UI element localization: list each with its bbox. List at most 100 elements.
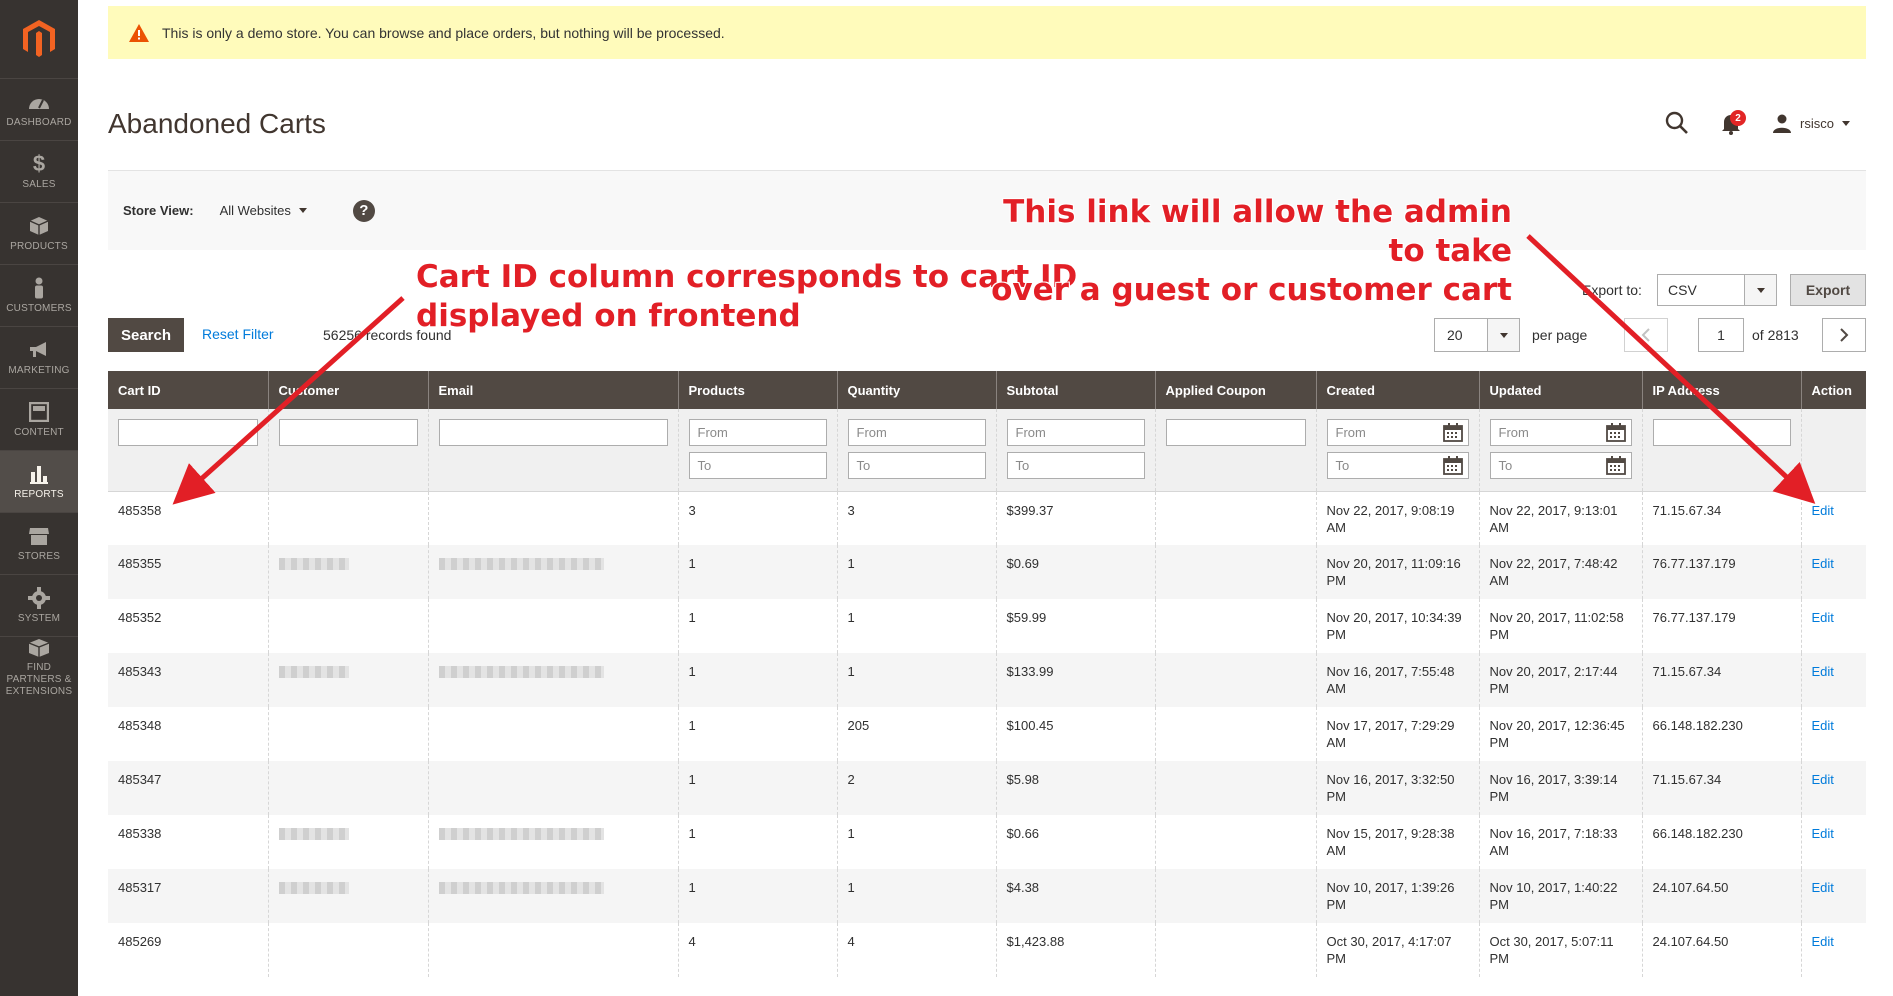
- layout-icon: [28, 401, 50, 423]
- cell-value: Nov 16, 2017, 7:18:33 AM: [1489, 826, 1618, 858]
- table-row[interactable]: 485317 1 1 $4.38 Nov 10, 2017, 1:39:26 PM Nov…: [108, 869, 1866, 923]
- filter-from-input[interactable]: From: [1006, 419, 1145, 446]
- cell-coupon: [1154, 653, 1316, 707]
- cell-value: 1: [688, 826, 696, 841]
- column-header-created[interactable]: Created: [1315, 371, 1479, 409]
- filter-input-ip-address[interactable]: [1652, 419, 1791, 446]
- storefront-icon: [28, 525, 50, 547]
- chevron-down-icon: [298, 208, 307, 213]
- sidebar-item-marketing[interactable]: MARKETING: [0, 326, 78, 388]
- table-row[interactable]: 485352 1 1 $59.99 Nov 20, 2017, 10:34:39 PM N…: [108, 599, 1866, 653]
- cell-value: $59.99: [1006, 610, 1047, 625]
- cell-products: 1: [677, 815, 837, 869]
- search-button[interactable]: Search: [108, 318, 184, 352]
- filter-cell: From To: [1478, 409, 1642, 492]
- table-row[interactable]: 485269 4 4 $1,423.88 Oct 30, 2017, 4:17:07 P…: [108, 923, 1866, 977]
- filter-to-input[interactable]: To: [688, 452, 827, 479]
- edit-cart-link[interactable]: Edit: [1812, 503, 1834, 518]
- sidebar-item-system[interactable]: SYSTEM: [0, 574, 78, 636]
- cell-id: 485347: [108, 761, 268, 815]
- cell-email: [427, 761, 678, 815]
- export-format-select[interactable]: CSV: [1657, 274, 1777, 306]
- edit-cart-link[interactable]: Edit: [1812, 934, 1834, 949]
- user-menu[interactable]: rsisco: [1772, 110, 1850, 136]
- filter-to-input[interactable]: To: [1006, 452, 1145, 479]
- page-number-input[interactable]: 1: [1698, 318, 1744, 352]
- filter-to-input[interactable]: To: [847, 452, 986, 479]
- cell-id: 485317: [108, 869, 268, 923]
- sidebar-item-content[interactable]: CONTENT: [0, 388, 78, 450]
- help-icon[interactable]: ?: [352, 199, 375, 222]
- filter-from-input[interactable]: From: [847, 419, 986, 446]
- edit-cart-link[interactable]: Edit: [1812, 880, 1834, 895]
- filter-from-input[interactable]: From: [1326, 419, 1469, 446]
- filter-input-customer[interactable]: [278, 419, 418, 446]
- filter-input-email[interactable]: [438, 419, 668, 446]
- column-header-subtotal[interactable]: Subtotal: [995, 371, 1155, 409]
- filter-from-input[interactable]: From: [688, 419, 827, 446]
- filter-to-input[interactable]: To: [1326, 452, 1469, 479]
- edit-cart-link[interactable]: Edit: [1812, 610, 1834, 625]
- sidebar-item-products[interactable]: PRODUCTS: [0, 202, 78, 264]
- table-row[interactable]: 485343 1 1 $133.99 Nov 16, 2017, 7:55:48 AM N…: [108, 653, 1866, 707]
- table-row[interactable]: 485355 1 1 $0.69 Nov 20, 2017, 11:09:16 PM No…: [108, 545, 1866, 599]
- edit-cart-link[interactable]: Edit: [1812, 826, 1834, 841]
- filter-from-input[interactable]: From: [1489, 419, 1632, 446]
- filter-cell: From To: [1315, 409, 1479, 492]
- admin-sidebar: DASHBOARD $ SALES PRODUCTS CUSTOMERS MARKETIN…: [0, 0, 78, 996]
- sidebar-item-sales[interactable]: $ SALES: [0, 140, 78, 202]
- column-header-cart-id[interactable]: Cart ID: [108, 371, 268, 409]
- column-header-updated[interactable]: Updated: [1478, 371, 1642, 409]
- cell-ip: 76.77.137.179: [1641, 545, 1801, 599]
- column-header-ip-address[interactable]: IP Address: [1641, 371, 1801, 409]
- filter-to-input[interactable]: To: [1489, 452, 1632, 479]
- edit-cart-link[interactable]: Edit: [1812, 718, 1834, 733]
- calendar-icon[interactable]: [1442, 456, 1463, 475]
- edit-link-annotation-line: This link will allow the admin to take: [1003, 194, 1512, 269]
- cell-value: 1: [847, 610, 855, 625]
- sidebar-item-label: MARKETING: [8, 364, 70, 376]
- cell-id: 485358: [108, 491, 268, 545]
- table-row[interactable]: 485358 3 3 $399.37 Nov 22, 2017, 9:08:19 AM N…: [108, 491, 1866, 545]
- previous-page-button[interactable]: [1624, 318, 1668, 352]
- filter-input-applied-coupon[interactable]: [1165, 419, 1306, 446]
- per-page-value: 20: [1447, 327, 1463, 343]
- magento-logo[interactable]: [0, 0, 78, 78]
- cell-products: 1: [677, 545, 837, 599]
- table-row[interactable]: 485348 1 205 $100.45 Nov 17, 2017, 7:29:29 A…: [108, 707, 1866, 761]
- cell-action: Edit: [1800, 923, 1866, 977]
- column-header-email[interactable]: Email: [427, 371, 678, 409]
- calendar-icon[interactable]: [1605, 423, 1626, 442]
- sidebar-item-stores[interactable]: STORES: [0, 512, 78, 574]
- table-row[interactable]: 485347 1 2 $5.98 Nov 16, 2017, 3:32:50 PM Nov…: [108, 761, 1866, 815]
- sidebar-item-reports[interactable]: REPORTS: [0, 450, 78, 512]
- edit-cart-link[interactable]: Edit: [1812, 772, 1834, 787]
- cart-id-annotation: Cart ID column corresponds to cart ID di…: [416, 258, 1077, 336]
- column-header-action[interactable]: Action: [1800, 371, 1866, 409]
- filter-placeholder: From: [856, 425, 887, 440]
- reset-filter-link[interactable]: Reset Filter: [202, 326, 274, 342]
- calendar-icon[interactable]: [1605, 456, 1626, 475]
- filter-input-cart-id[interactable]: [118, 419, 258, 446]
- store-view-switcher[interactable]: All Websites: [220, 203, 307, 218]
- column-header-customer[interactable]: Customer: [267, 371, 428, 409]
- redacted-value: [278, 828, 349, 840]
- sidebar-item-dashboard[interactable]: DASHBOARD: [0, 78, 78, 140]
- per-page-select[interactable]: 20: [1434, 318, 1520, 352]
- calendar-icon[interactable]: [1442, 423, 1463, 442]
- table-row[interactable]: 485338 1 1 $0.66 Nov 15, 2017, 9:28:38 AM Nov…: [108, 815, 1866, 869]
- cell-products: 1: [677, 761, 837, 815]
- column-header-applied-coupon[interactable]: Applied Coupon: [1154, 371, 1316, 409]
- edit-cart-link[interactable]: Edit: [1812, 556, 1834, 571]
- next-page-button[interactable]: [1822, 318, 1866, 352]
- search-icon[interactable]: [1664, 110, 1690, 136]
- column-header-quantity[interactable]: Quantity: [836, 371, 996, 409]
- sidebar-item-label: REPORTS: [14, 488, 64, 500]
- cell-qty: 1: [836, 599, 996, 653]
- sidebar-item-customers[interactable]: CUSTOMERS: [0, 264, 78, 326]
- edit-cart-link[interactable]: Edit: [1812, 664, 1834, 679]
- sidebar-item-find-partners-extensions[interactable]: FIND PARTNERS & EXTENSIONS: [0, 636, 78, 698]
- column-header-products[interactable]: Products: [677, 371, 837, 409]
- cell-products: 4: [677, 923, 837, 977]
- export-button[interactable]: Export: [1790, 274, 1866, 306]
